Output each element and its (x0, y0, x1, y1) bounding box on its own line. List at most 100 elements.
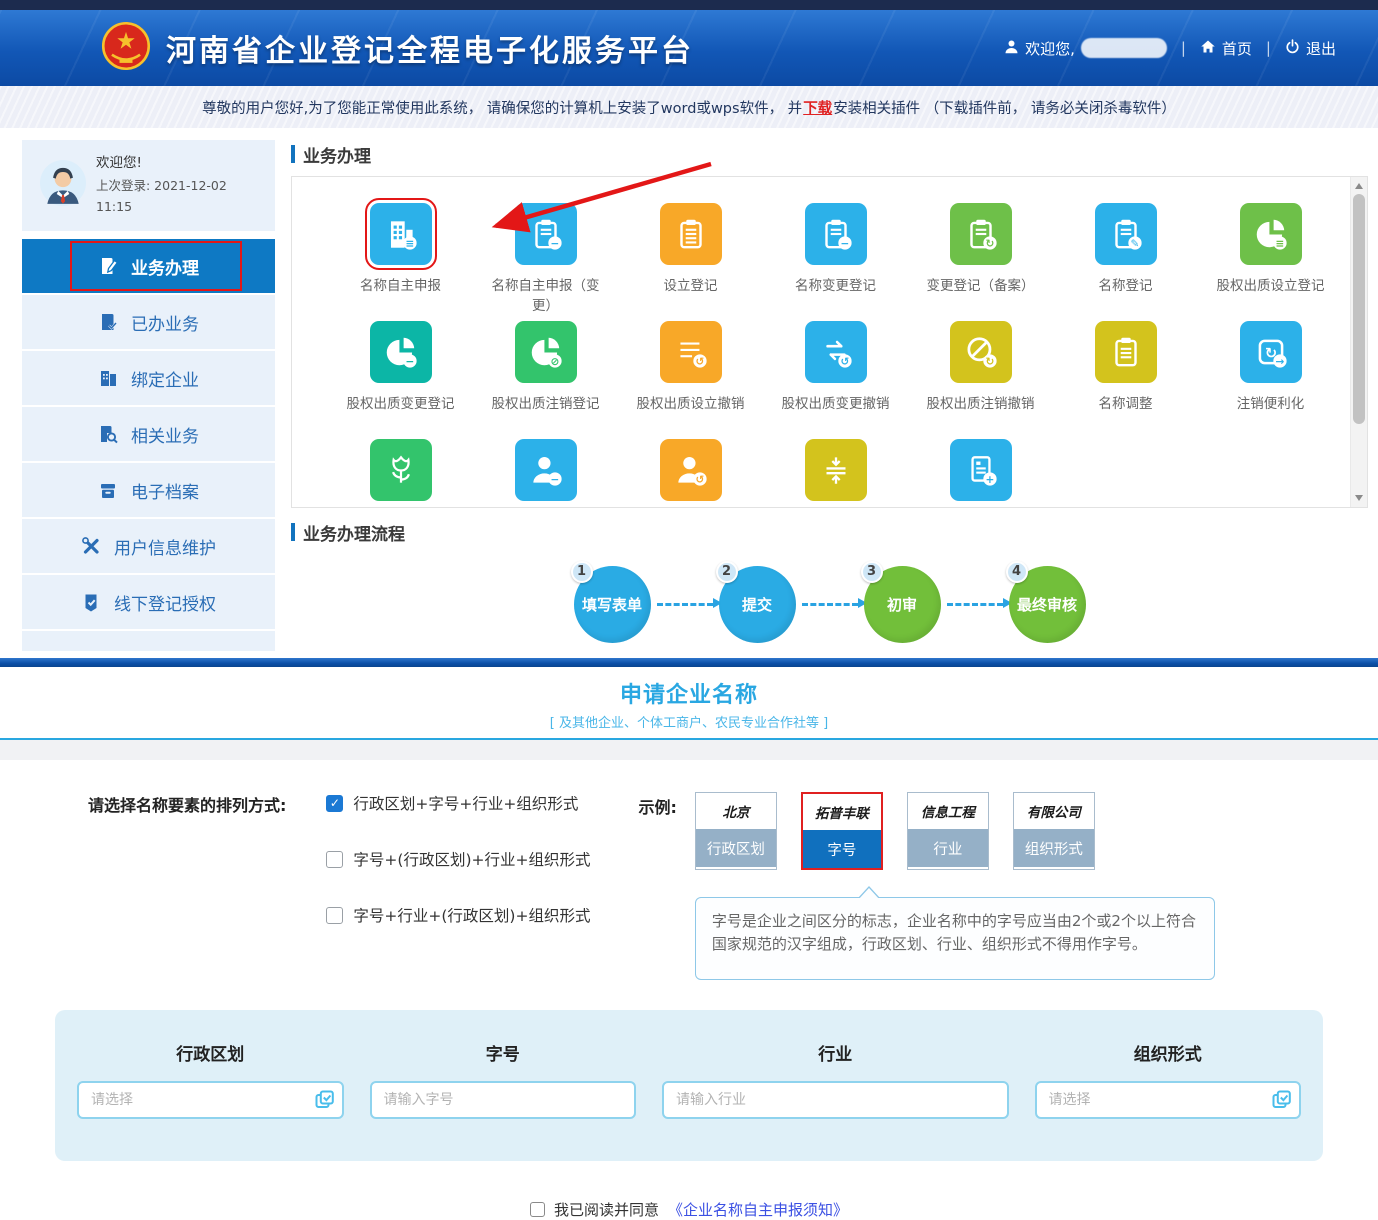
service-tile-名称调整[interactable]: 名称调整 (1053, 321, 1198, 439)
apply-title: 申请企业名称 (0, 677, 1378, 709)
field-label: 行业 (662, 1040, 1008, 1065)
example-text: 信息工程 (908, 793, 988, 829)
doc-check-icon (98, 312, 119, 333)
app-header: 河南省企业登记全程电子化服务平台 欢迎您, | 首页 | 退出 (0, 10, 1378, 86)
scroll-down-arrow[interactable] (1355, 495, 1363, 501)
archive-icon (98, 480, 119, 501)
title-bar-accent (291, 145, 295, 163)
building-doc-icon (98, 368, 119, 389)
clipboard-minus-icon: − (515, 203, 577, 265)
service-tile-tulip[interactable] (328, 439, 473, 508)
example-text: 拓普丰联 (803, 794, 881, 830)
service-tile-股权出质设立登记[interactable]: ≡股权出质设立登记 (1198, 203, 1343, 321)
field-字号: 字号 (370, 1040, 637, 1119)
clipboard-refresh-icon: ↻ (950, 203, 1012, 265)
sidebar-item-用户信息维护[interactable]: 用户信息维护 (22, 519, 275, 573)
example-block: 示例: 北京行政区划拓普丰联字号信息工程行业有限公司组织形式 字号是企业之间区分… (638, 792, 1214, 980)
tulip-icon (370, 439, 432, 501)
tools-icon (81, 536, 102, 557)
svg-text:+: + (985, 474, 994, 486)
service-tile-变更登记（备案）[interactable]: ↻变更登记（备案） (908, 203, 1053, 321)
merge-icon (805, 439, 867, 501)
sidebar-item-电子档案[interactable]: 电子档案 (22, 463, 275, 517)
example-label: 示例: (638, 794, 676, 980)
clipboard-pencil-icon: ✎ (1095, 203, 1157, 265)
arrangement-option[interactable]: ✓行政区划+字号+行业+组织形式 (326, 792, 590, 814)
picker-checkbox-icon[interactable] (1271, 1089, 1293, 1111)
service-tile-股权出质注销登记[interactable]: ⊘股权出质注销登记 (473, 321, 618, 439)
pie-doc-icon: ≡ (1240, 203, 1302, 265)
pie-minus-icon: − (370, 321, 432, 383)
input-行业[interactable] (662, 1081, 1008, 1119)
arrangement-option[interactable]: 字号+(行政区划)+行业+组织形式 (326, 848, 590, 870)
picker-checkbox-icon[interactable] (314, 1089, 336, 1111)
national-emblem-logo (100, 20, 152, 76)
service-tile-doc-plus[interactable]: + (908, 439, 1053, 508)
service-tile-股权出质变更登记[interactable]: −股权出质变更登记 (328, 321, 473, 439)
home-link[interactable]: 首页 (1200, 38, 1252, 59)
svg-text:↺: ↺ (840, 356, 849, 368)
home-icon (1200, 39, 1216, 58)
input-组织形式[interactable] (1035, 1081, 1302, 1119)
doc-plus-icon: + (950, 439, 1012, 501)
service-tile-名称登记[interactable]: ✎名称登记 (1053, 203, 1198, 321)
arrange-options-block: 请选择名称要素的排列方式: ✓行政区划+字号+行业+组织形式字号+(行政区划)+… (88, 792, 590, 980)
service-tile-名称自主申报（变更）[interactable]: −名称自主申报（变更） (473, 203, 618, 321)
content: 业务办理 ≡名称自主申报−名称自主申报（变更）设立登记−名称变更登记↻变更登记（… (291, 140, 1368, 646)
scroll-up-arrow[interactable] (1355, 183, 1363, 189)
download-plugin-link[interactable]: 下载 (803, 97, 832, 118)
svg-text:−: − (405, 356, 414, 368)
svg-text:↻: ↻ (985, 356, 994, 368)
service-tile-person-undo[interactable]: ↺ (618, 439, 763, 508)
arrangement-option[interactable]: 字号+行业+(行政区划)+组织形式 (326, 904, 590, 926)
checkbox-unchecked[interactable] (326, 851, 343, 868)
apply-section: 申请企业名称 [ 及其他企业、个体工商户、农民专业合作社等 ] 请选择名称要素的… (0, 677, 1378, 1220)
profile-card: 欢迎您! 上次登录: 2021-12-02 11:15 (22, 140, 275, 231)
service-tile-注销便利化[interactable]: ↻→注销便利化 (1198, 321, 1343, 439)
notice-bar: 尊敬的用户您好,为了您能正常使用此系统， 请确保您的计算机上安装了word或wp… (0, 86, 1378, 128)
checkbox-checked[interactable]: ✓ (326, 795, 343, 812)
option-label: 字号+(行政区划)+行业+组织形式 (353, 848, 590, 870)
sidebar-item-绑定企业[interactable]: 绑定企业 (22, 351, 275, 405)
service-label: 设立登记 (664, 276, 718, 296)
flow-step-label: 初审 (887, 594, 917, 615)
service-tile-股权出质变更撤销[interactable]: ↺股权出质变更撤销 (763, 321, 908, 439)
svg-text:−: − (840, 238, 849, 250)
sidebar-item-线下登记授权[interactable]: 线下登记授权 (22, 575, 275, 629)
input-字号[interactable] (370, 1081, 637, 1119)
scrollbar-thumb[interactable] (1353, 194, 1365, 424)
service-tile-名称自主申报[interactable]: ≡名称自主申报 (328, 203, 473, 321)
sidebar-item-label: 线下登记授权 (114, 590, 216, 615)
person-undo-icon: ↺ (660, 439, 722, 501)
agree-checkbox[interactable] (530, 1202, 545, 1217)
sidebar-item-相关业务[interactable]: 相关业务 (22, 407, 275, 461)
input-行政区划[interactable] (77, 1081, 344, 1119)
logout-link[interactable]: 退出 (1285, 38, 1336, 59)
svg-text:↺: ↺ (695, 356, 704, 368)
service-tile-股权出质注销撤销[interactable]: ↻股权出质注销撤销 (908, 321, 1053, 439)
field-label: 字号 (370, 1040, 637, 1065)
checkbox-unchecked[interactable] (326, 907, 343, 924)
service-tile-设立登记[interactable]: 设立登记 (618, 203, 763, 321)
nav-separator: | (1181, 39, 1186, 57)
field-label: 行政区划 (77, 1040, 344, 1065)
lines-undo-icon: ↺ (660, 321, 722, 383)
clipboard-lines-icon (660, 203, 722, 265)
welcome-user: 欢迎您, (1004, 38, 1167, 59)
flow-arrow (947, 603, 1003, 606)
svg-text:✎: ✎ (1130, 238, 1139, 250)
sidebar-item-label: 已办业务 (131, 310, 199, 335)
svg-text:−: − (550, 238, 559, 250)
service-tile-名称变更登记[interactable]: −名称变更登记 (763, 203, 908, 321)
service-tile-股权出质设立撤销[interactable]: ↺股权出质设立撤销 (618, 321, 763, 439)
sidebar-item-业务办理[interactable]: 业务办理 (22, 239, 275, 293)
flow-arrow (657, 603, 713, 606)
scrollbar[interactable] (1350, 177, 1367, 507)
example-card-行业: 信息工程行业 (907, 792, 989, 870)
service-tile-person-minus[interactable]: − (473, 439, 618, 508)
pen-doc-icon (98, 256, 119, 277)
sidebar-item-已办业务[interactable]: 已办业务 (22, 295, 275, 349)
agreement-link[interactable]: 《企业名称自主申报须知》 (668, 1199, 848, 1220)
flow-step-number: 1 (571, 561, 593, 583)
service-tile-merge[interactable] (763, 439, 908, 508)
